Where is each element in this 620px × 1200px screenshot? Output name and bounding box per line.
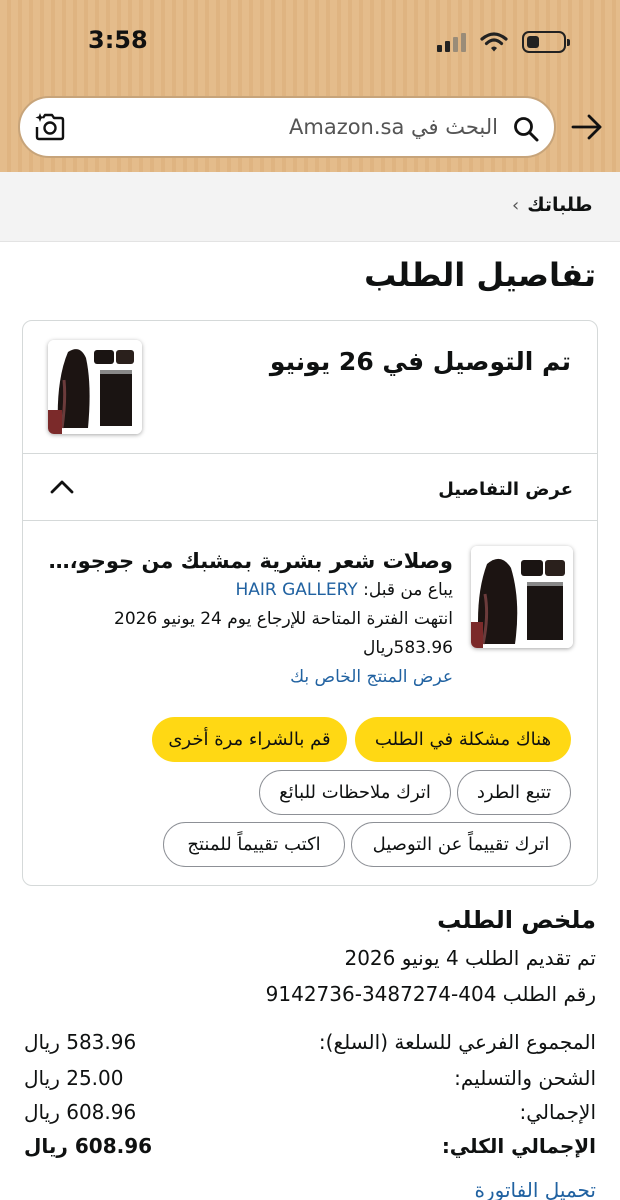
breadcrumb-label[interactable]: طلباتك [527,194,592,216]
track-package-button[interactable]: تتبع الطرد [457,770,571,815]
header: 3:58 البحث في Amazon.sa [0,0,620,172]
camera-search-icon[interactable] [34,112,66,142]
breadcrumb: ‹ طلباتك [0,172,620,242]
view-details-label: عرض التفاصيل [438,479,573,500]
order-summary-title: ملخص الطلب [437,906,596,934]
status-icons [437,30,570,54]
view-details-toggle[interactable]: عرض التفاصيل [23,454,597,520]
product-thumbnail-small[interactable] [48,340,142,434]
status-time: 3:58 [88,26,148,54]
order-placed-date: تم تقديم الطلب 4 يونيو 2026 [344,946,596,970]
divider [23,520,597,521]
view-product-link[interactable]: عرض المنتج الخاص بك [43,663,453,692]
delivery-status: تم التوصيل في 26 يونيو [269,347,571,376]
order-card: تم التوصيل في 26 يونيو عرض التفاصيل وصلا… [22,320,598,886]
download-invoice-link[interactable]: تحميل الفاتورة [475,1178,596,1200]
chevron-up-icon[interactable] [49,476,75,498]
back-arrow-icon[interactable] [570,112,604,142]
total-value: 608.96 ريال [24,1100,137,1124]
seller-feedback-button[interactable]: اترك ملاحظات للبائع [259,770,451,815]
product-review-button[interactable]: اكتب تقييماً للمنتج [163,822,345,867]
product-price: 583.96ريال [363,638,453,658]
page-title: تفاصيل الطلب [364,256,596,294]
seller-link[interactable]: HAIR GALLERY [235,580,357,600]
grand-total-label: الإجمالي الكلي: [441,1134,596,1158]
product-title[interactable]: وصلات شعر بشرية بمشبك من جوجو، و... [43,546,453,576]
subtotal-value: 583.96 ريال [24,1030,137,1054]
seller-line: يباع من قبل: HAIR GALLERY [43,576,453,605]
battery-icon [522,31,570,53]
problem-with-order-button[interactable]: هناك مشكلة في الطلب [355,717,571,762]
seller-prefix: يباع من قبل: [357,580,453,600]
subtotal-label: المجموع الفرعي للسلعة (السلع): [318,1030,596,1054]
grand-total-value: 608.96 ريال [24,1134,153,1158]
search-icon[interactable] [512,115,540,143]
order-number: رقم الطلب 404-3487274-9142736 [265,982,596,1006]
search-input[interactable]: البحث في Amazon.sa [289,115,498,139]
search-bar[interactable]: البحث في Amazon.sa [18,96,556,158]
shipping-label: الشحن والتسليم: [454,1066,596,1090]
breadcrumb-orders-link[interactable]: ‹ طلباتك [512,194,593,216]
buy-again-button[interactable]: قم بالشراء مرة أخرى [152,717,347,762]
shipping-value: 25.00 ريال [24,1066,124,1090]
total-label: الإجمالي: [519,1100,596,1124]
return-window-note: انتهت الفترة المتاحة للإرجاع يوم 24 يوني… [114,609,453,629]
product-image[interactable] [471,546,573,648]
signal-icon [437,32,466,52]
wifi-icon [480,32,508,52]
chevron-right-icon: ‹ [512,194,520,216]
delivery-review-button[interactable]: اترك تقييماً عن التوصيل [351,822,571,867]
product-info: وصلات شعر بشرية بمشبك من جوجو، و... يباع… [43,546,453,692]
